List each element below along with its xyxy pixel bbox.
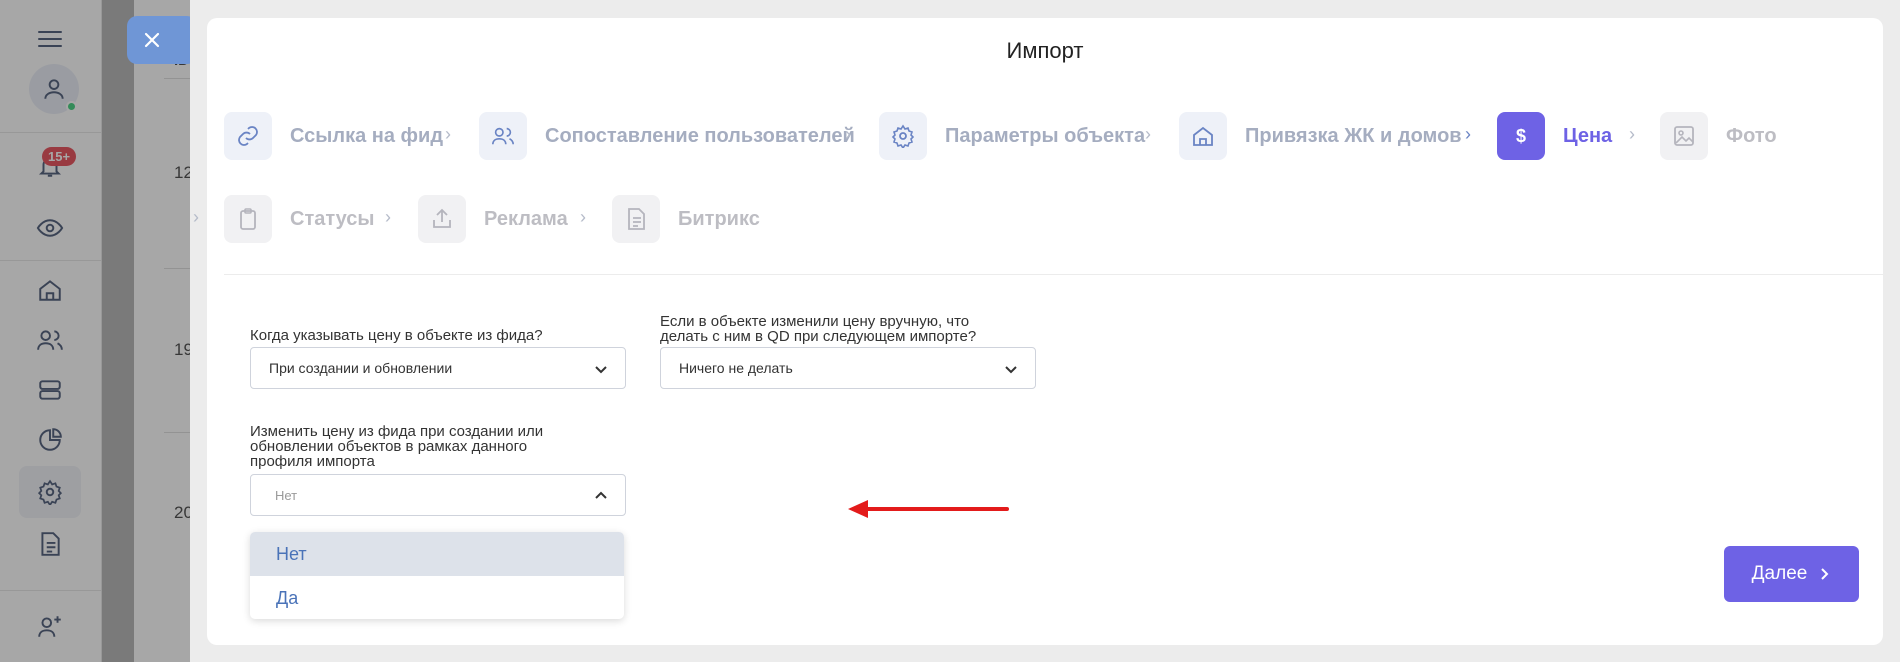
step-label: Сопоставление пользователей bbox=[545, 124, 855, 147]
chevron-right-icon: › bbox=[1145, 124, 1151, 144]
chevron-down-icon bbox=[595, 366, 607, 374]
close-icon bbox=[144, 32, 160, 48]
svg-text:$: $ bbox=[1516, 126, 1526, 146]
step-label: Цена bbox=[1563, 124, 1613, 147]
chevron-right-icon bbox=[1821, 568, 1829, 580]
change-price-label: Изменить цену из фида при создании или о… bbox=[250, 424, 543, 469]
step-label: Статусы bbox=[290, 207, 375, 230]
chevron-right-icon: › bbox=[845, 124, 851, 144]
step-label: Фото bbox=[1726, 124, 1777, 147]
chevron-right-icon: › bbox=[193, 207, 199, 227]
chevron-down-icon bbox=[1005, 366, 1017, 374]
chevron-right-icon: › bbox=[1465, 124, 1471, 144]
chevron-right-icon: › bbox=[445, 124, 451, 144]
import-modal: Импорт Ссылка на фид › Сопоставление пол… bbox=[193, 18, 1883, 645]
step-price[interactable]: $ Цена bbox=[1497, 112, 1612, 160]
home-icon bbox=[1179, 112, 1227, 160]
step-user-mapping[interactable]: Сопоставление пользователей bbox=[479, 112, 855, 160]
when-price-label: Когда указывать цену в объекте из фида? bbox=[250, 327, 543, 344]
step-label: Привязка ЖК и домов bbox=[1245, 124, 1462, 147]
manual-change-select[interactable]: Ничего не делать bbox=[660, 347, 1036, 389]
step-advertising[interactable]: Реклама bbox=[418, 195, 568, 243]
next-button-label: Далее bbox=[1751, 563, 1808, 584]
label-line: Если в объекте изменили цену вручную, чт… bbox=[660, 313, 970, 330]
gear-icon bbox=[879, 112, 927, 160]
change-price-dropdown: Нет Да bbox=[250, 532, 624, 619]
step-photo[interactable]: Фото bbox=[1660, 112, 1777, 160]
step-complex-binding[interactable]: Привязка ЖК и домов bbox=[1179, 112, 1462, 160]
users-icon bbox=[479, 112, 527, 160]
select-value: При создании и обновлении bbox=[269, 360, 453, 376]
link-icon bbox=[224, 112, 272, 160]
manual-change-label: Если в объекте изменили цену вручную, чт… bbox=[660, 314, 976, 344]
file-icon bbox=[612, 195, 660, 243]
label-line: делать с ним в QD при следующем импорте? bbox=[660, 328, 977, 345]
dropdown-option-yes[interactable]: Да bbox=[250, 576, 624, 619]
when-price-select[interactable]: При создании и обновлении bbox=[250, 347, 626, 389]
chevron-up-icon bbox=[595, 491, 607, 499]
label-line: Изменить цену из фида при создании или bbox=[250, 423, 544, 440]
step-feed-link[interactable]: Ссылка на фид bbox=[224, 112, 443, 160]
chevron-right-icon: › bbox=[1629, 124, 1635, 144]
step-object-params[interactable]: Параметры объекта bbox=[879, 112, 1145, 160]
chevron-right-icon: › bbox=[580, 207, 586, 227]
select-value: Нет bbox=[275, 487, 298, 503]
step-label: Параметры объекта bbox=[945, 124, 1146, 147]
change-price-select[interactable]: Нет bbox=[250, 474, 626, 516]
step-label: Ссылка на фид bbox=[290, 124, 444, 147]
label-line: обновлении объектов в рамках данного bbox=[250, 438, 528, 455]
step-statuses[interactable]: Статусы bbox=[224, 195, 374, 243]
image-icon bbox=[1660, 112, 1708, 160]
label-line: профиля импорта bbox=[250, 453, 375, 470]
upload-icon bbox=[418, 195, 466, 243]
step-label: Битрикс bbox=[678, 207, 760, 230]
section-divider bbox=[224, 274, 1883, 275]
next-button[interactable]: Далее bbox=[1724, 546, 1859, 602]
select-value: Ничего не делать bbox=[679, 360, 793, 376]
dropdown-option-no[interactable]: Нет bbox=[250, 532, 624, 576]
step-bitrix[interactable]: Битрикс bbox=[612, 195, 760, 243]
modal-title: Импорт bbox=[1006, 38, 1084, 63]
close-button[interactable] bbox=[127, 16, 197, 64]
dollar-icon: $ bbox=[1497, 112, 1545, 160]
step-label: Реклама bbox=[484, 207, 568, 230]
annotation-arrow bbox=[857, 507, 1009, 511]
clipboard-icon bbox=[224, 195, 272, 243]
chevron-right-icon: › bbox=[385, 207, 391, 227]
